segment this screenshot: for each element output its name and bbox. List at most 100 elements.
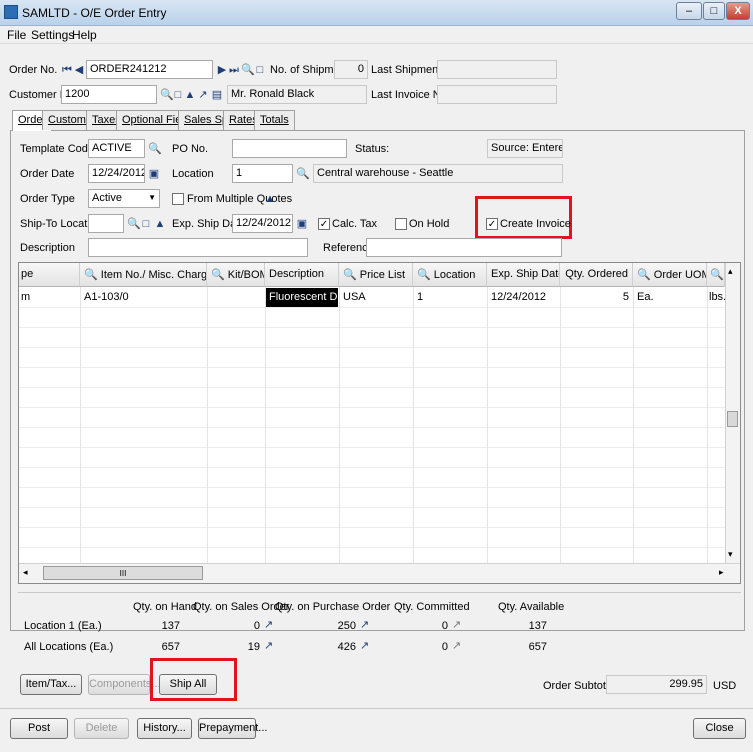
- menu-help[interactable]: Help: [72, 28, 97, 42]
- calc-tax-checkbox[interactable]: ✓: [318, 218, 330, 230]
- drilldown-icon[interactable]: ↗: [197, 88, 209, 102]
- ship-all-button[interactable]: Ship All: [159, 674, 217, 695]
- cell-item-no[interactable]: A1-103/0: [80, 288, 207, 307]
- ship-to-new-icon[interactable]: □: [140, 217, 152, 231]
- new-customer-icon[interactable]: □: [172, 88, 184, 102]
- row-divider: [19, 327, 725, 328]
- location-qty-on-sales-order: 0: [253, 620, 260, 632]
- cell-kit-bom[interactable]: [207, 288, 265, 307]
- order-date-calendar-icon[interactable]: ▣: [148, 167, 160, 181]
- cell-price-list[interactable]: USA: [339, 288, 413, 307]
- row-divider: [19, 507, 725, 508]
- close-button[interactable]: Close: [693, 718, 746, 739]
- all-qty-on-purchase-order: 426: [337, 641, 356, 653]
- delete-button[interactable]: Delete: [74, 718, 129, 739]
- horizontal-scrollbar[interactable]: ◂ III ▸: [19, 563, 740, 583]
- template-code-input[interactable]: ACTIVE: [88, 139, 145, 158]
- scroll-down-arrow-icon[interactable]: ▾: [728, 549, 733, 560]
- order-finder-search-icon[interactable]: 🔍: [241, 63, 255, 77]
- cell-type[interactable]: m: [19, 288, 80, 307]
- po-no-input[interactable]: [232, 139, 347, 158]
- tab-totals[interactable]: Totals: [254, 110, 295, 130]
- first-record-icon[interactable]: ⏮: [61, 63, 73, 77]
- currency-label: USD: [713, 680, 737, 692]
- history-button[interactable]: History...: [137, 718, 192, 739]
- uom-column-search-icon[interactable]: 🔍: [637, 269, 651, 281]
- row-divider: [19, 547, 725, 548]
- location-input[interactable]: 1: [232, 164, 293, 183]
- ship-to-search-icon[interactable]: 🔍: [127, 217, 141, 231]
- zoom-up-icon[interactable]: ▲: [184, 88, 196, 102]
- previous-record-icon[interactable]: ◀: [73, 63, 85, 77]
- price-list-search-icon[interactable]: 🔍: [343, 269, 357, 281]
- menu-file[interactable]: File: [7, 28, 26, 42]
- kit-column-search-icon[interactable]: 🔍: [211, 269, 225, 281]
- location-column-search-icon[interactable]: 🔍: [417, 269, 431, 281]
- source-value: Source: Entered: [487, 139, 563, 158]
- ship-to-up-icon[interactable]: ▲: [154, 217, 166, 231]
- purchase-order-drilldown-icon[interactable]: ↗: [360, 618, 369, 631]
- window-title: SAMLTD - O/E Order Entry: [22, 6, 167, 20]
- column-divider: [707, 287, 708, 563]
- reference-input[interactable]: [366, 238, 562, 257]
- order-lines-grid[interactable]: pe 🔍 Item No./ Misc. Charge 🔍 Kit/BOM De…: [18, 262, 741, 584]
- create-invoice-checkbox[interactable]: ✓: [486, 218, 498, 230]
- column-header-exp-ship-date[interactable]: Exp. Ship Date: [487, 263, 560, 287]
- cell-description[interactable]: Fluorescent Des...: [266, 288, 338, 307]
- last-record-icon[interactable]: ⏭: [228, 63, 240, 77]
- column-header-order-uom[interactable]: 🔍 Order UOM: [633, 263, 707, 287]
- scroll-up-arrow-icon[interactable]: ▴: [728, 266, 733, 277]
- column-header-weight-search-icon[interactable]: 🔍: [707, 263, 725, 287]
- column-header-type[interactable]: pe: [19, 263, 80, 287]
- cell-order-uom[interactable]: Ea.: [633, 288, 707, 307]
- order-type-select[interactable]: Active ▼: [88, 189, 160, 208]
- all-sales-order-drilldown-icon[interactable]: ↗: [264, 639, 273, 652]
- description-input[interactable]: [88, 238, 308, 257]
- column-header-kit-bom[interactable]: 🔍 Kit/BOM: [207, 263, 265, 287]
- scroll-right-arrow-icon[interactable]: ▸: [719, 567, 724, 578]
- column-header-qty-ordered[interactable]: Qty. Ordered: [560, 263, 633, 287]
- on-hold-checkbox[interactable]: [395, 218, 407, 230]
- finder-icon[interactable]: ▤: [211, 88, 223, 102]
- template-search-icon[interactable]: 🔍: [148, 142, 162, 156]
- scroll-left-arrow-icon[interactable]: ◂: [23, 567, 28, 578]
- status-label: Status:: [355, 143, 390, 155]
- location-search-icon[interactable]: 🔍: [296, 167, 310, 181]
- order-date-input[interactable]: 12/24/2012: [88, 164, 145, 183]
- minimize-button[interactable]: –: [676, 2, 702, 20]
- item-column-search-icon[interactable]: 🔍: [84, 269, 98, 281]
- prepayment-button[interactable]: Prepayment...: [198, 718, 267, 739]
- ship-to-location-input[interactable]: [88, 214, 124, 233]
- maximize-button[interactable]: □: [703, 2, 725, 20]
- all-purchase-order-drilldown-icon[interactable]: ↗: [360, 639, 369, 652]
- column-header-item-no[interactable]: 🔍 Item No./ Misc. Charge: [80, 263, 207, 287]
- horizontal-scroll-thumb[interactable]: III: [43, 566, 203, 580]
- cell-weight-uom[interactable]: lbs.: [707, 288, 725, 307]
- all-committed-drilldown-icon[interactable]: ↗: [452, 639, 461, 652]
- exp-ship-date-input[interactable]: 12/24/2012: [232, 214, 293, 233]
- column-header-price-list[interactable]: 🔍 Price List: [339, 263, 413, 287]
- create-invoice-label: Create Invoice: [500, 218, 571, 230]
- order-no-input[interactable]: ORDER241212: [86, 60, 213, 79]
- sales-order-drilldown-icon[interactable]: ↗: [264, 618, 273, 631]
- from-multiple-quotes-checkbox[interactable]: [172, 193, 184, 205]
- column-header-description[interactable]: Description: [265, 263, 339, 287]
- post-button[interactable]: Post: [10, 718, 68, 739]
- customer-no-input[interactable]: 1200: [61, 85, 157, 104]
- cell-exp-ship-date[interactable]: 12/24/2012: [487, 288, 560, 307]
- item-tax-button[interactable]: Item/Tax...: [20, 674, 82, 695]
- menu-settings[interactable]: Settings: [31, 28, 74, 42]
- customer-search-icon[interactable]: 🔍: [160, 88, 174, 102]
- column-header-location[interactable]: 🔍 Location: [413, 263, 487, 287]
- new-order-icon[interactable]: □: [254, 63, 266, 77]
- quotes-up-icon[interactable]: ▲: [264, 192, 276, 206]
- committed-drilldown-icon[interactable]: ↗: [452, 618, 461, 631]
- next-record-icon[interactable]: ▶: [216, 63, 228, 77]
- components-button[interactable]: Components...: [88, 674, 161, 695]
- vertical-scrollbar[interactable]: ▴ ▾: [725, 263, 740, 563]
- exp-ship-date-calendar-icon[interactable]: ▣: [296, 217, 308, 231]
- vertical-scroll-thumb[interactable]: [727, 411, 738, 427]
- cell-location[interactable]: 1: [413, 288, 487, 307]
- close-window-button[interactable]: X: [726, 2, 750, 20]
- cell-qty-ordered[interactable]: 5: [560, 288, 633, 307]
